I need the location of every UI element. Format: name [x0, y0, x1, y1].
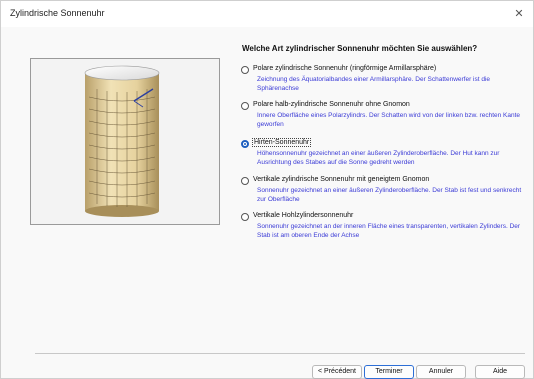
option-description: Höhensonnenuhr gezeichnet an einer äußer… — [257, 150, 500, 166]
close-icon[interactable]: ✕ — [511, 6, 527, 22]
question-heading: Welche Art zylindrischer Sonnenuhr möcht… — [242, 44, 478, 53]
footer-divider — [35, 353, 525, 354]
help-button[interactable]: Aide — [475, 365, 525, 379]
dialog-window: Zylindrische Sonnenuhr ✕ Welche Art zyli… — [0, 0, 534, 379]
option-label[interactable]: Polare halb-zylindrische Sonnenuhr ohne … — [253, 101, 410, 108]
title-bar: Zylindrische Sonnenuhr ✕ — [1, 1, 533, 27]
option-description: Innere Oberfläche eines Polarzylindrs. D… — [257, 112, 521, 128]
option-description: Sonnenuhr gezeichnet an einer äußeren Zy… — [257, 187, 522, 203]
window-title: Zylindrische Sonnenuhr — [10, 8, 105, 18]
cylinder-sundial-illustration — [84, 65, 160, 217]
previous-button[interactable]: < Précédent — [312, 365, 362, 379]
radio-vertical-hollow-cylinder[interactable] — [241, 213, 249, 221]
finish-button[interactable]: Terminer — [364, 365, 414, 379]
radio-polar-half-cylinder[interactable] — [241, 102, 249, 110]
radio-shepherd-dial[interactable] — [241, 140, 249, 148]
option-label[interactable]: Polare zylindrische Sonnenuhr (ringförmi… — [253, 65, 436, 72]
sundial-preview-image — [30, 58, 220, 225]
option-label[interactable]: Hirten-Sonnenuhr — [252, 138, 312, 147]
radio-polar-armillary[interactable] — [241, 66, 249, 74]
option-description: Sonnenuhr gezeichnet an der inneren Fläc… — [257, 223, 521, 239]
cancel-button[interactable]: Annuler — [416, 365, 466, 379]
option-label[interactable]: Vertikale zylindrische Sonnenuhr mit gen… — [253, 176, 429, 183]
option-description: Zeichnung des Äquatorialbandes einer Arm… — [257, 76, 491, 92]
radio-vertical-inclined-gnomon[interactable] — [241, 177, 249, 185]
option-label[interactable]: Vertikale Hohlzylindersonnenuhr — [253, 212, 353, 219]
